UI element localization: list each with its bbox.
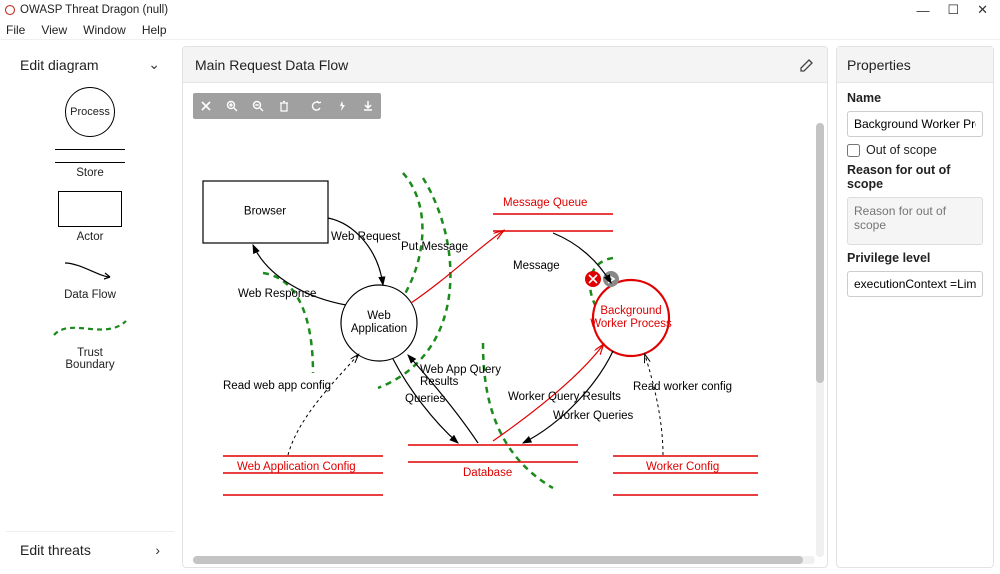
out-of-scope-checkbox[interactable]: [847, 144, 860, 157]
flow-worker-query-results[interactable]: Worker Query Results: [508, 391, 621, 403]
edit-threats-label: Edit threats: [20, 542, 91, 558]
flow-put-message[interactable]: Put Message: [401, 241, 468, 253]
flow-queries[interactable]: Queries: [405, 393, 445, 405]
edit-diagram-accordion[interactable]: Edit diagram ⌄: [6, 46, 174, 83]
canvas-scrollbar-horizontal[interactable]: [193, 556, 815, 566]
canvas-scrollbar-vertical[interactable]: [816, 123, 826, 557]
undo-button[interactable]: [303, 93, 329, 119]
priv-label: Privilege level: [847, 251, 983, 265]
flow-worker-queries[interactable]: Worker Queries: [553, 410, 633, 422]
node-message-queue[interactable]: Message Queue: [503, 197, 587, 209]
node-worker-config[interactable]: Worker Config: [646, 461, 719, 473]
flow-read-web-app-config[interactable]: Read web app config: [223, 380, 331, 392]
edit-title-icon[interactable]: [799, 57, 815, 73]
diagram-title: Main Request Data Flow: [195, 57, 348, 73]
fit-button[interactable]: [193, 93, 219, 119]
node-database[interactable]: Database: [463, 467, 512, 479]
node-browser[interactable]: Browser: [244, 205, 286, 218]
diagram-canvas[interactable]: Browser Web Application Background Worke…: [183, 83, 803, 568]
properties-header: Properties: [837, 47, 993, 83]
zoom-out-button[interactable]: [245, 93, 271, 119]
out-of-scope-label: Out of scope: [866, 143, 937, 157]
canvas-header: Main Request Data Flow: [183, 47, 827, 83]
window-title: OWASP Threat Dragon (null): [20, 4, 168, 16]
window-controls: — ☐ ✕: [916, 2, 996, 18]
node-background-worker[interactable]: Background Worker Process: [590, 305, 672, 331]
menu-file[interactable]: File: [6, 23, 25, 37]
stencil-dataflow[interactable]: Data Flow: [16, 251, 164, 305]
title-bar: OWASP Threat Dragon (null) — ☐ ✕: [0, 0, 1000, 20]
chevron-right-icon: ›: [155, 542, 160, 558]
name-label: Name: [847, 91, 983, 105]
app-icon: [4, 4, 16, 16]
reason-label: Reason for out of scope: [847, 163, 983, 191]
stencil-palette: Process Store Actor Data Flow Trust Boun…: [6, 83, 174, 385]
zoom-in-button[interactable]: [219, 93, 245, 119]
trust-boundary-icon: [50, 313, 130, 343]
canvas-panel: Main Request Data Flow: [182, 46, 828, 568]
reason-textarea[interactable]: [847, 197, 983, 245]
actor-label: Actor: [77, 231, 104, 243]
stencil-actor[interactable]: Actor: [16, 187, 164, 247]
edit-threats-accordion[interactable]: Edit threats ›: [6, 531, 174, 568]
priv-input[interactable]: [847, 271, 983, 297]
properties-title: Properties: [847, 57, 911, 73]
minimize-button[interactable]: —: [916, 3, 929, 18]
node-web-app-config[interactable]: Web Application Config: [237, 461, 356, 473]
close-button[interactable]: ✕: [977, 2, 988, 18]
delete-button[interactable]: [271, 93, 297, 119]
flow-web-app-query-results[interactable]: Web App Query Results: [420, 364, 501, 388]
flow-web-request[interactable]: Web Request: [331, 231, 400, 243]
menu-help[interactable]: Help: [142, 23, 167, 37]
flow-web-response[interactable]: Web Response: [238, 288, 316, 300]
left-sidebar: Edit diagram ⌄ Process Store Actor Data …: [6, 46, 174, 568]
menu-bar: File View Window Help: [0, 20, 1000, 40]
stencil-store[interactable]: Store: [16, 145, 164, 183]
export-button[interactable]: [355, 93, 381, 119]
stencil-process[interactable]: Process: [16, 83, 164, 141]
maximize-button[interactable]: ☐: [947, 2, 959, 18]
canvas-toolbar: [193, 93, 381, 119]
edit-diagram-label: Edit diagram: [20, 57, 99, 73]
flow-read-worker-config[interactable]: Read worker config: [633, 381, 732, 393]
store-label: Store: [76, 167, 104, 179]
actor-shape-icon: [58, 191, 122, 227]
properties-panel: Properties Name Out of scope Reason for …: [836, 46, 994, 568]
flow-message[interactable]: Message: [513, 260, 560, 272]
store-shape-icon: [55, 149, 125, 163]
dataflow-arrow-icon: [60, 255, 120, 285]
name-input[interactable]: [847, 111, 983, 137]
chevron-down-icon: ⌄: [148, 56, 160, 73]
trust-boundary-label: Trust Boundary: [65, 347, 114, 371]
menu-window[interactable]: Window: [83, 23, 126, 37]
node-web-application[interactable]: Web Application: [351, 310, 407, 336]
threat-button[interactable]: [329, 93, 355, 119]
process-shape-icon: Process: [65, 87, 115, 137]
dataflow-label: Data Flow: [64, 289, 116, 301]
stencil-trust-boundary[interactable]: Trust Boundary: [16, 309, 164, 375]
menu-view[interactable]: View: [41, 23, 67, 37]
